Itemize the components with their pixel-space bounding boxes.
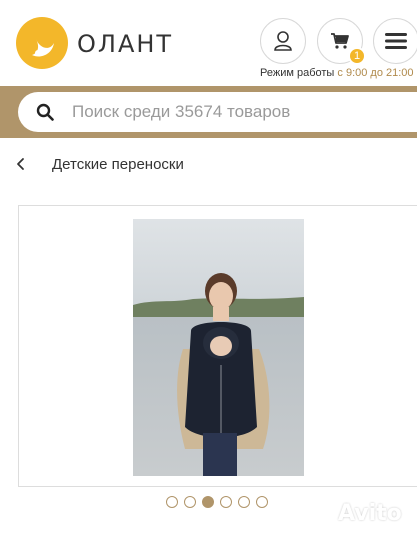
watermark-text: Avito	[338, 500, 402, 526]
user-icon	[274, 31, 292, 51]
working-hours: Режим работы с 9:00 до 21:00	[260, 67, 414, 79]
site-header: ОЛАНТ 1 Режим работы с 9:00 до 21:00	[0, 0, 417, 86]
search-box[interactable]	[18, 92, 417, 132]
gallery-dot[interactable]	[220, 496, 232, 508]
gallery-dot[interactable]	[256, 496, 268, 508]
search-icon[interactable]	[36, 103, 54, 121]
olant-logo[interactable]	[16, 17, 68, 69]
hours-label: Режим работы	[260, 67, 335, 79]
breadcrumb: Детские переноски	[14, 150, 184, 178]
category-title[interactable]: Детские переноски	[52, 156, 184, 173]
gallery-dot-active[interactable]	[202, 496, 214, 508]
cart-count-badge: 1	[348, 47, 366, 65]
avito-logo-icon	[310, 502, 333, 524]
hamburger-icon	[385, 33, 407, 49]
hours-value: с 9:00 до 21:00	[337, 67, 414, 79]
search-input[interactable]	[72, 102, 392, 122]
avito-watermark: Avito	[308, 500, 402, 526]
chevron-left-icon[interactable]	[14, 157, 28, 171]
gallery-dot[interactable]	[166, 496, 178, 508]
gallery-dot[interactable]	[184, 496, 196, 508]
account-button[interactable]	[260, 18, 306, 64]
logo-text[interactable]: ОЛАНТ	[77, 30, 173, 58]
product-photo[interactable]	[133, 219, 304, 476]
gallery-dot[interactable]	[238, 496, 250, 508]
cart-icon	[331, 33, 349, 49]
gallery-pagination	[166, 496, 268, 508]
menu-button[interactable]	[373, 18, 417, 64]
